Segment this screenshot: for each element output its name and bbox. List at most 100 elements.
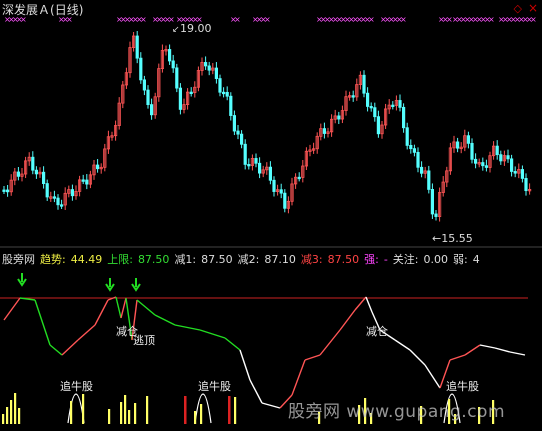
volume-bar	[2, 414, 5, 424]
period-label: (日线)	[50, 3, 84, 17]
candle-body	[142, 79, 146, 91]
candle-body	[232, 115, 236, 132]
trend-line-segment	[319, 329, 341, 356]
trend-line-segment	[34, 299, 51, 346]
candle-body	[373, 107, 377, 118]
indicator-name: 股旁网	[2, 253, 35, 266]
candle-body	[203, 62, 208, 67]
candle-body	[268, 166, 273, 181]
strong-label: 强:	[364, 253, 379, 266]
candle-body	[171, 60, 175, 69]
restore-icon[interactable]: ◇	[514, 2, 522, 15]
candle-body	[362, 74, 366, 94]
candle-body	[6, 189, 10, 193]
volume-bar	[200, 404, 203, 424]
trend-line-segment	[339, 309, 356, 331]
candle-body	[60, 204, 64, 207]
candle-body	[391, 104, 395, 107]
high-price-label: 19.00	[180, 22, 212, 35]
trend-line-segment	[261, 402, 281, 409]
candle-body	[214, 67, 218, 79]
weak-value: 4	[472, 253, 480, 266]
chase-label: 追牛股	[198, 379, 231, 393]
signal-mark: ×	[530, 15, 537, 24]
volume-bar	[108, 409, 111, 424]
candle-body	[56, 197, 60, 206]
candle-body	[322, 128, 327, 134]
trend-line-segment	[115, 296, 122, 319]
follow-label: 关注:	[392, 253, 419, 266]
volume-bar	[120, 402, 123, 424]
volume-bar	[194, 411, 197, 424]
candle-body	[175, 67, 179, 89]
candle-body	[52, 196, 57, 199]
close-icon[interactable]: ×	[528, 1, 538, 15]
trend-line-segment	[464, 344, 481, 356]
candle-body	[45, 183, 49, 198]
candle-body	[499, 154, 503, 162]
candle-body	[473, 158, 478, 164]
candle-body	[283, 192, 287, 209]
trend-line-segment	[61, 339, 79, 356]
candle-body	[149, 104, 154, 116]
candle-body	[236, 130, 240, 135]
signal-mark: ×	[264, 15, 271, 24]
candle-body	[207, 65, 211, 71]
trend-line-segment	[249, 379, 263, 404]
candle-body	[401, 106, 406, 129]
trend-label: 趋势:	[40, 253, 66, 266]
high-arrow: ↙	[172, 25, 180, 35]
candle-body	[434, 213, 438, 217]
stock-chart-window: × × × × × × × × × × × × × × × × × × × × × × × × × × × × × × × × × × × × × × × ×…	[0, 0, 542, 427]
candle-body	[167, 49, 172, 62]
candle-body	[484, 165, 489, 168]
chase-peak-curve	[194, 393, 212, 424]
trend-line-segment	[409, 349, 426, 366]
chart-title: 深发展Ａ(日线)	[2, 1, 83, 18]
reduce2-value: 87.10	[264, 253, 296, 266]
trend-line-segment	[174, 324, 201, 331]
candle-body	[85, 179, 89, 185]
escape-top-label: 逃顶	[133, 334, 155, 347]
signal-mark: ×	[488, 15, 495, 24]
volume-bar	[6, 407, 9, 424]
volume-bar	[124, 395, 127, 424]
trend-line-segment	[304, 354, 321, 361]
trend-line-segment	[154, 314, 176, 326]
volume-bar	[10, 400, 13, 424]
chart-canvas[interactable]: ××××× ××× ××××××× ××××× ×××××× ×× ×××× ××××××××…	[0, 0, 542, 427]
volume-bar	[146, 396, 149, 424]
candle-body	[297, 176, 301, 180]
candle-body	[272, 179, 276, 192]
candle-body	[376, 116, 381, 135]
candle-body	[16, 171, 21, 177]
candle-body	[405, 127, 409, 146]
signal-mark: ×	[400, 15, 407, 24]
upper-label: 上限:	[107, 253, 133, 266]
candle-body	[96, 164, 100, 170]
candle-body	[70, 189, 74, 197]
candle-body	[135, 35, 139, 59]
trend-line-segment	[77, 324, 96, 341]
volume-bar	[18, 408, 21, 424]
candle-body	[351, 95, 355, 98]
candle-body	[506, 155, 510, 160]
upper-value: 87.50	[137, 253, 170, 266]
trend-line-segment	[479, 344, 496, 349]
candle-body	[279, 189, 283, 194]
trend-line-segment	[49, 344, 63, 356]
reduce3-label: 减3:	[300, 253, 323, 266]
volume-bar	[134, 403, 137, 424]
follow-value: 0.00	[423, 253, 449, 266]
candle-body	[42, 171, 46, 184]
trend-line-segment	[354, 296, 367, 311]
chase-label: 追牛股	[446, 379, 479, 393]
candle-body	[247, 164, 251, 167]
trend-line-segment	[365, 296, 373, 313]
candle-body	[239, 133, 244, 145]
candle-body	[427, 170, 431, 190]
trend-line-segment	[291, 359, 306, 396]
candle-body	[221, 91, 226, 95]
candle-body	[509, 158, 514, 172]
candle-body	[139, 57, 143, 81]
